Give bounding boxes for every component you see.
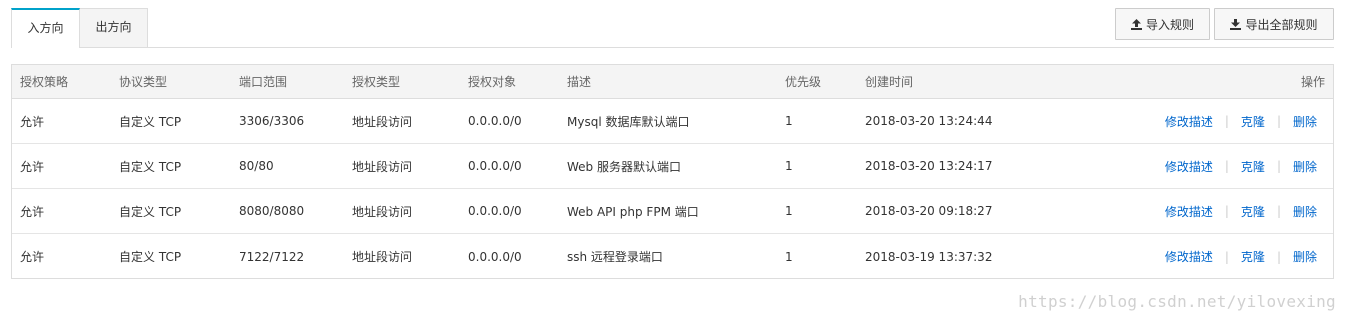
cell-priority: 1	[785, 204, 793, 218]
export-all-rules-button[interactable]: 导出全部规则	[1214, 8, 1334, 40]
header-description: 描述	[567, 75, 592, 89]
header-policy: 授权策略	[20, 75, 69, 89]
header-auth-type: 授权类型	[352, 75, 401, 89]
cell-port-range: 80/80	[239, 159, 274, 173]
table-row: 允许 自定义 TCP 3306/3306 地址段访问 0.0.0.0/0 Mys…	[12, 99, 1333, 144]
action-separator: |	[1224, 159, 1229, 173]
cell-auth-target: 0.0.0.0/0	[468, 204, 522, 218]
import-rules-label: 导入规则	[1145, 17, 1194, 32]
cell-priority: 1	[785, 249, 793, 264]
action-separator: |	[1224, 249, 1229, 264]
table-row: 允许 自定义 TCP 8080/8080 地址段访问 0.0.0.0/0 Web…	[12, 189, 1333, 234]
upload-icon	[1130, 18, 1142, 30]
action-separator: |	[1276, 159, 1281, 173]
clone-link[interactable]: 克隆	[1241, 158, 1265, 175]
tab-inbound[interactable]: 入方向	[11, 8, 80, 48]
tab-outbound[interactable]: 出方向	[79, 8, 148, 47]
cell-created-at: 2018-03-19 13:37:32	[865, 249, 993, 264]
edit-description-link[interactable]: 修改描述	[1165, 158, 1213, 175]
export-all-rules-label: 导出全部规则	[1245, 17, 1318, 32]
watermark-text: https://blog.csdn.net/yilovexing	[1018, 292, 1336, 311]
cell-description: Web 服务器默认端口	[567, 159, 681, 174]
cell-created-at: 2018-03-20 09:18:27	[865, 204, 993, 218]
cell-description: Web API php FPM 端口	[567, 204, 699, 219]
table-row: 允许 自定义 TCP 80/80 地址段访问 0.0.0.0/0 Web 服务器…	[12, 144, 1333, 189]
action-separator: |	[1224, 114, 1229, 128]
cell-protocol: 自定义 TCP	[119, 204, 182, 219]
cell-auth-target: 0.0.0.0/0	[468, 114, 522, 128]
cell-policy: 允许	[20, 114, 45, 129]
action-separator: |	[1276, 204, 1281, 218]
cell-policy: 允许	[20, 159, 45, 174]
cell-policy: 允许	[20, 204, 45, 219]
table-header: 授权策略 协议类型 端口范围 授权类型 授权对象 描述 优先级 创建时间 操作	[12, 65, 1333, 99]
cell-port-range: 7122/7122	[239, 249, 305, 264]
action-separator: |	[1276, 114, 1281, 128]
clone-link[interactable]: 克隆	[1241, 203, 1265, 220]
row-actions: 修改描述 | 克隆 | 删除	[1165, 144, 1317, 188]
header-protocol: 协议类型	[119, 75, 168, 89]
edit-description-link[interactable]: 修改描述	[1165, 203, 1213, 220]
header-priority: 优先级	[785, 75, 822, 89]
clone-link[interactable]: 克隆	[1241, 113, 1265, 130]
cell-auth-type: 地址段访问	[352, 114, 413, 129]
table-row: 允许 自定义 TCP 7122/7122 地址段访问 0.0.0.0/0 ssh…	[12, 234, 1333, 279]
cell-protocol: 自定义 TCP	[119, 250, 182, 264]
cell-protocol: 自定义 TCP	[119, 159, 182, 174]
delete-link[interactable]: 删除	[1293, 158, 1317, 175]
cell-policy: 允许	[20, 250, 45, 264]
cell-created-at: 2018-03-20 13:24:17	[865, 159, 993, 173]
action-separator: |	[1224, 204, 1229, 218]
row-actions: 修改描述 | 克隆 | 删除	[1165, 99, 1317, 143]
header-created-at: 创建时间	[865, 75, 914, 89]
delete-link[interactable]: 删除	[1293, 248, 1317, 265]
direction-tabs: 入方向 出方向	[11, 8, 148, 48]
edit-description-link[interactable]: 修改描述	[1165, 248, 1213, 265]
cell-auth-type: 地址段访问	[352, 159, 413, 174]
cell-auth-type: 地址段访问	[352, 250, 413, 264]
cell-priority: 1	[785, 159, 793, 173]
header-actions: 操作	[1300, 75, 1325, 89]
cell-auth-target: 0.0.0.0/0	[468, 159, 522, 173]
cell-created-at: 2018-03-20 13:24:44	[865, 114, 993, 128]
cell-description: Mysql 数据库默认端口	[567, 114, 690, 129]
security-rules-table: 授权策略 协议类型 端口范围 授权类型 授权对象 描述 优先级 创建时间 操作 …	[11, 64, 1334, 279]
cell-auth-target: 0.0.0.0/0	[468, 249, 522, 264]
delete-link[interactable]: 删除	[1293, 203, 1317, 220]
row-actions: 修改描述 | 克隆 | 删除	[1165, 234, 1317, 279]
tab-divider	[11, 47, 1334, 48]
download-icon	[1230, 18, 1242, 30]
header-auth-target: 授权对象	[468, 75, 517, 89]
cell-priority: 1	[785, 114, 793, 128]
cell-port-range: 8080/8080	[239, 204, 305, 218]
cell-protocol: 自定义 TCP	[119, 114, 182, 129]
cell-port-range: 3306/3306	[239, 114, 305, 128]
cell-auth-type: 地址段访问	[352, 204, 413, 219]
edit-description-link[interactable]: 修改描述	[1165, 113, 1213, 130]
delete-link[interactable]: 删除	[1293, 113, 1317, 130]
import-rules-button[interactable]: 导入规则	[1115, 8, 1210, 40]
cell-description: ssh 远程登录端口	[567, 250, 663, 264]
clone-link[interactable]: 克隆	[1241, 248, 1265, 265]
action-separator: |	[1276, 249, 1281, 264]
row-actions: 修改描述 | 克隆 | 删除	[1165, 189, 1317, 233]
header-port-range: 端口范围	[239, 75, 288, 89]
